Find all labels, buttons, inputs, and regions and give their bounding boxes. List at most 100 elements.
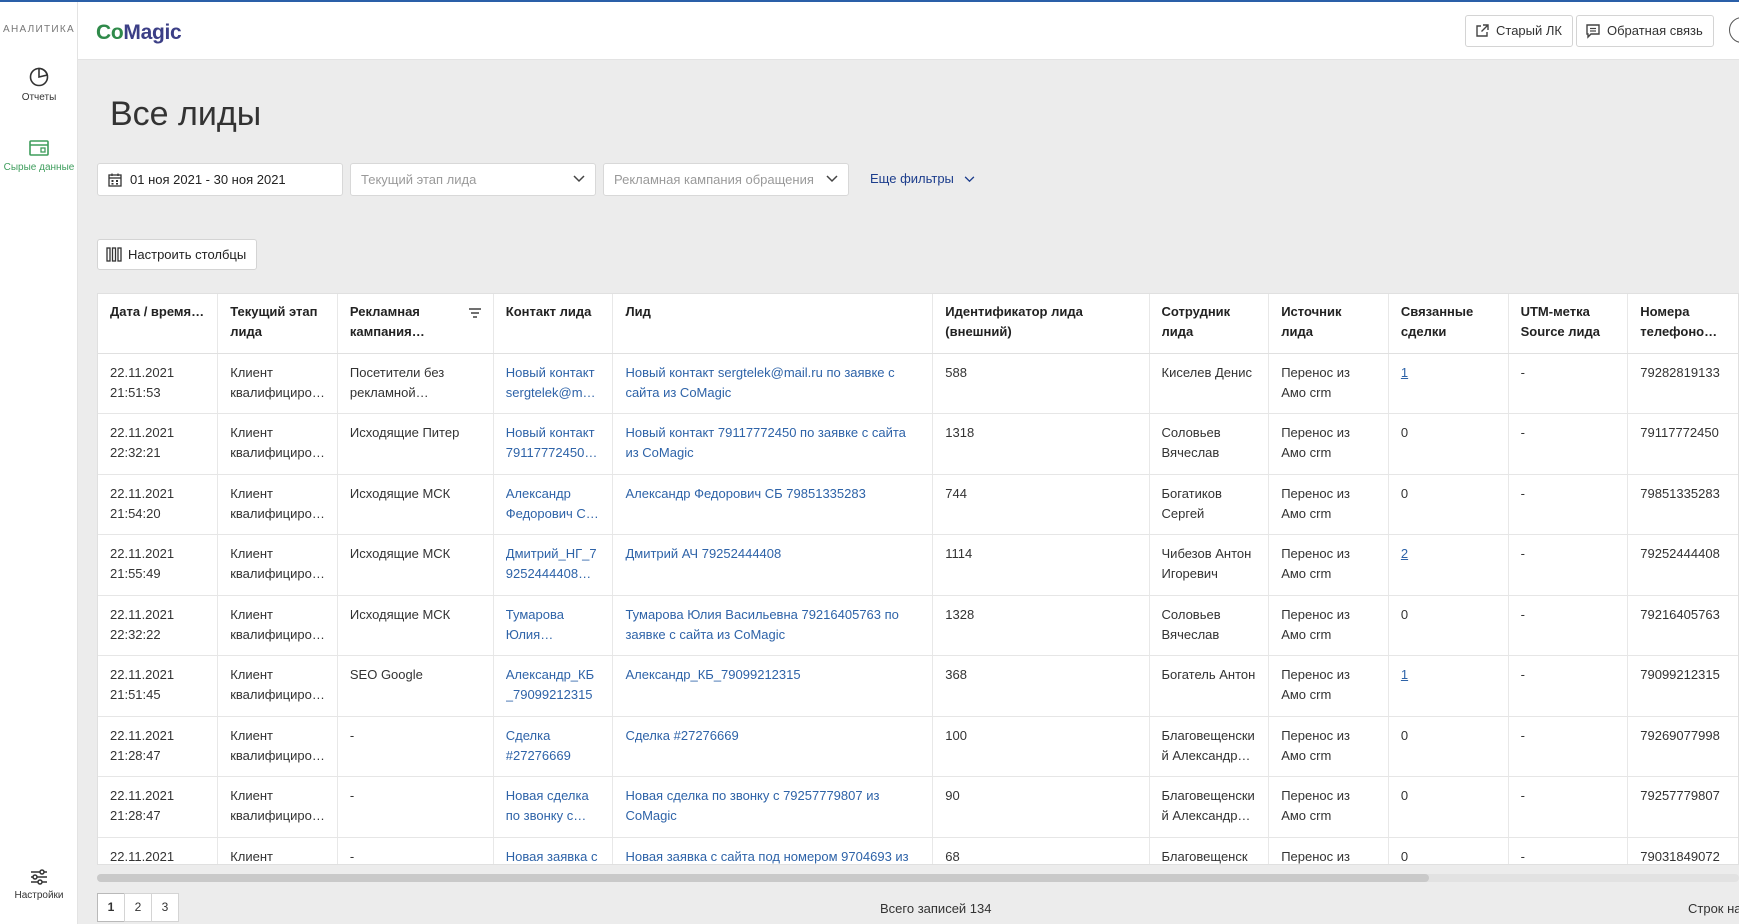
more-filters-link[interactable]: Еще фильтры — [870, 171, 975, 186]
chevron-down-icon — [826, 175, 838, 183]
column-header-deals[interactable]: Связанные сделки — [1388, 294, 1509, 354]
page-button-2[interactable]: 2 — [124, 893, 152, 922]
sidebar-item-settings[interactable]: Настройки — [0, 868, 78, 902]
table-row[interactable]: 22.11.2021 22:32:21 Клиент квалифициро… Ис… — [98, 413, 1738, 475]
column-header-label: Сотрудник лида — [1161, 304, 1231, 339]
cell-contact-link[interactable]: Новая сделка по звонку с… — [506, 786, 601, 826]
cell-deals-text: 0 — [1400, 606, 1409, 622]
cell-deals: 0 — [1388, 413, 1509, 475]
sidebar-item-reports[interactable]: Отчеты — [0, 66, 78, 104]
cell-employee: Богатель Антон — [1149, 655, 1270, 717]
cell-lead-link[interactable]: Новый контакт sergtelek@mail.ru по заявк… — [625, 363, 920, 403]
column-header-date[interactable]: Дата / время… — [98, 294, 219, 354]
cell-campaign-text: Исходящие МСК — [349, 546, 451, 561]
cell-campaign: - — [337, 716, 494, 777]
cell-utm-source: - — [1508, 353, 1629, 414]
cell-contact-link[interactable]: Новый контакт 79117772450… — [506, 423, 601, 463]
cell-contact-link[interactable]: Дмитрий_НГ_79252444408 и… — [506, 544, 601, 584]
cell-contact-link[interactable]: Александр Федорович С… — [506, 484, 601, 524]
cell-utm-source: - — [1508, 716, 1629, 777]
cell-contact-link[interactable]: Тумарова Юлия… — [506, 605, 601, 645]
table-row[interactable]: 22.11.2021 22:32:22 Клиент квалифициро… Ис… — [98, 595, 1738, 656]
configure-columns-button[interactable]: Настроить столбцы — [97, 239, 258, 270]
more-filters-label: Еще фильтры — [870, 171, 954, 186]
cell-stage: Клиент квалифициро… — [217, 655, 338, 717]
cell-deals: 0 — [1388, 474, 1509, 535]
scrollbar-thumb[interactable] — [97, 874, 1429, 882]
column-header-phones[interactable]: Номера телефоно… — [1627, 294, 1738, 354]
column-header-campaign[interactable]: Рекламная кампания… — [337, 294, 494, 354]
chevron-down-icon — [573, 175, 585, 183]
cell-phones-text: 79851335283 — [1640, 485, 1720, 501]
sort-icon[interactable] — [468, 308, 481, 318]
cell-lead: Дмитрий АЧ 79252444408 — [612, 534, 934, 596]
column-header-external-id[interactable]: Идентификатор лида (внешний) — [932, 294, 1150, 354]
cell-lead-link[interactable]: Новая заявка с сайта под номером 9704693… — [625, 847, 920, 865]
cell-lead-link[interactable]: Александр Федорович СБ 79851335283 — [625, 484, 920, 504]
cell-phones: 79099212315 — [1627, 655, 1738, 717]
user-avatar-icon[interactable] — [1729, 17, 1739, 43]
cell-date: 22.11.2021 21:51:45 — [98, 655, 219, 717]
cell-lead-link[interactable]: Дмитрий АЧ 79252444408 — [625, 544, 920, 564]
date-range-filter[interactable]: 01 ноя 2021 - 30 ноя 2021 — [97, 163, 343, 196]
page-button-3[interactable]: 3 — [151, 893, 179, 922]
horizontal-scrollbar[interactable] — [97, 874, 1739, 882]
cell-contact-link[interactable]: Новая заявка с — [506, 847, 601, 865]
cell-source-text: Перенос из Амо crm — [1281, 606, 1350, 642]
cell-source: Перенос из Амо crm — [1268, 353, 1389, 414]
feedback-button[interactable]: Обратная связь — [1576, 15, 1714, 47]
cell-lead-link[interactable]: Тумарова Юлия Васильевна 79216405763 по … — [625, 605, 920, 645]
cell-date: 22.11.2021 21:28:47 — [98, 716, 219, 777]
cell-lead-link[interactable]: Александр_КБ_79099212315 — [625, 665, 920, 685]
cell-source-text: Перенос из Амо crm — [1281, 667, 1350, 702]
cell-phones: 79031849072 — [1627, 837, 1738, 864]
comagic-logo[interactable]: CoMagic — [96, 21, 182, 45]
column-header-label: Источник лида — [1281, 304, 1342, 339]
table-row[interactable]: 22.11.2021 21:28:47 Клиент квалифициро… - Н… — [98, 776, 1738, 838]
cell-utm-source: - — [1508, 413, 1629, 475]
cell-contact-link[interactable]: Александр_КБ_79099212315 — [506, 665, 601, 705]
cell-campaign-text: Исходящие Питер — [349, 425, 460, 440]
column-header-source[interactable]: Источник лида — [1268, 294, 1389, 354]
cell-phones-text: 79269077998 — [1640, 727, 1720, 743]
cell-stage-text: Клиент — [230, 848, 273, 864]
linked-deals-link[interactable]: 1 — [1401, 365, 1408, 380]
cell-campaign-text: - — [349, 848, 355, 864]
table-row[interactable]: 22.11.2021 21:55:49 Клиент квалифициро… Ис… — [98, 534, 1738, 596]
cell-phones: 79252444408 — [1627, 534, 1738, 596]
cell-contact-link[interactable]: Новый контакт sergtelek@mai… — [506, 363, 601, 403]
cell-contact-link[interactable]: Сделка #27276669 — [506, 726, 601, 766]
raw-data-icon — [29, 140, 49, 156]
date-range-value: 01 ноя 2021 - 30 ноя 2021 — [130, 172, 286, 187]
old-lk-button[interactable]: Старый ЛК — [1465, 15, 1573, 47]
cell-campaign: Посетители без рекламной… — [337, 353, 494, 414]
cell-source: Перенос из Амо crm — [1268, 595, 1389, 656]
sidebar-item-raw-data[interactable]: Сырые данные — [0, 138, 78, 174]
table-row[interactable]: 22.11.2021 Клиент - Новая заявка с Новая зая… — [98, 837, 1738, 865]
column-header-utm-source[interactable]: UTM-метка Source лида — [1508, 294, 1629, 354]
column-header-lead[interactable]: Лид — [612, 294, 934, 354]
table-row[interactable]: 22.11.2021 21:54:20 Клиент квалифициро… Ис… — [98, 474, 1738, 535]
column-header-stage[interactable]: Текущий этап лида — [217, 294, 338, 354]
campaign-select[interactable]: Рекламная кампания обращения — [603, 163, 849, 196]
cell-stage-text: Клиент квалифициро… — [230, 727, 325, 763]
cell-external-id-text: 588 — [945, 364, 967, 380]
cell-date-text: 22.11.2021 21:28:47 — [110, 788, 175, 823]
cell-date: 22.11.2021 22:32:21 — [98, 413, 219, 475]
cell-source-text: Перенос из Амо crm — [1281, 727, 1350, 763]
cell-employee: Благовещенский Александр… — [1149, 716, 1270, 777]
cell-lead-link[interactable]: Сделка #27276669 — [625, 726, 920, 746]
column-header-employee[interactable]: Сотрудник лида — [1149, 294, 1270, 354]
column-header-contact[interactable]: Контакт лида — [493, 294, 614, 354]
table-row[interactable]: 22.11.2021 21:28:47 Клиент квалифициро… - С… — [98, 716, 1738, 777]
linked-deals-link[interactable]: 1 — [1401, 667, 1408, 682]
cell-lead-link[interactable]: Новый контакт 79117772450 по заявке с са… — [625, 423, 920, 463]
stage-select[interactable]: Текущий этап лида — [350, 163, 596, 196]
cell-contact: Сделка #27276669 — [493, 716, 614, 777]
column-header-label: Контакт лида — [505, 304, 592, 319]
page-button-1[interactable]: 1 — [97, 893, 125, 922]
table-row[interactable]: 22.11.2021 21:51:45 Клиент квалифициро… SE… — [98, 655, 1738, 717]
table-row[interactable]: 22.11.2021 21:51:53 Клиент квалифициро… По… — [98, 353, 1738, 414]
linked-deals-link[interactable]: 2 — [1401, 546, 1408, 561]
cell-lead-link[interactable]: Новая сделка по звонку с 79257779807 из … — [625, 786, 920, 826]
